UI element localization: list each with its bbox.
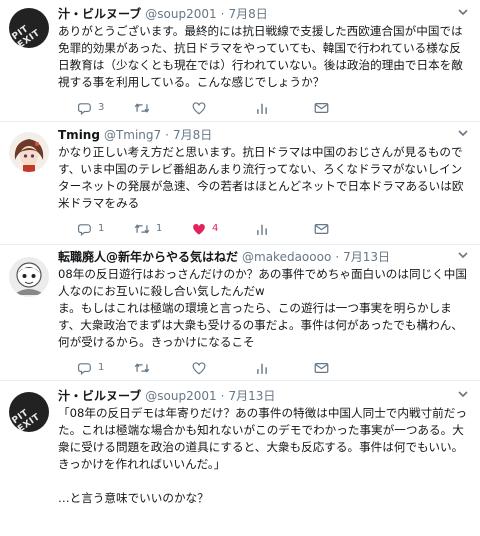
retweet-button[interactable]: 1 <box>134 221 162 237</box>
tweet-text: かなり正しい考え方だと思います。抗日ドラマは中国のおじさんが見るもので す、いま中… <box>58 144 470 212</box>
user-handle[interactable]: @Tming7 <box>104 128 161 142</box>
tweet-text: ありがとうございます。最終的には抗日戦線で支援した西欧連合国が中国では 免罪的効果… <box>58 23 470 91</box>
chevron-down-icon[interactable] <box>458 6 468 22</box>
tweet-text-line: 衆に受ける問題を政治の道具にすると、大衆も反応する。事件は何でもいい。 <box>58 440 464 454</box>
tweet-date[interactable]: 7月13日 <box>343 250 390 264</box>
tweet-actions: 1 1 4 <box>58 221 470 237</box>
reply-icon <box>78 223 92 236</box>
avatar[interactable]: PIT EXIT <box>9 8 49 48</box>
like-button[interactable] <box>192 100 212 116</box>
analytics-icon <box>256 102 268 115</box>
action-count: 1 <box>98 223 105 234</box>
analytics-button[interactable] <box>256 221 268 237</box>
avatar[interactable] <box>9 132 49 172</box>
tweet-text-line: す、大衆政治でまずは大衆も受けるの事だよ。事件は何があったでも構わん、 <box>58 318 463 332</box>
direct-message-button[interactable] <box>314 100 329 116</box>
action-count: 1 <box>156 223 163 234</box>
separator-dot: · <box>220 7 225 21</box>
avatar-logo-text: PIT EXIT <box>10 24 43 48</box>
reply-button[interactable]: 1 <box>78 360 104 376</box>
heart-icon <box>192 223 206 236</box>
tweet-text-line: 米ドラマをみる <box>58 196 140 210</box>
tweet-date[interactable]: 7月13日 <box>228 389 275 403</box>
action-count: 4 <box>212 223 219 234</box>
tweet-text-line: 日教育は（少なくとも現在では）行われていない。後は政治的理由で日本を敵 <box>58 58 463 72</box>
display-name[interactable]: 汁・ビルヌーブ <box>58 389 141 403</box>
retweet-icon <box>134 223 150 235</box>
chevron-down-icon[interactable] <box>458 388 468 404</box>
analytics-button[interactable] <box>256 360 268 376</box>
display-name[interactable]: 汁・ビルヌーブ <box>58 7 141 21</box>
user-handle[interactable]: @makedaoooo <box>242 250 331 264</box>
tweet-feed: PIT EXIT 汁・ビルヌーブ @soup2001 · 7月8日 ありがとうございます。… <box>0 0 480 536</box>
tweet-text-line: ありがとうございます。最終的には抗日戦線で支援した西欧連合国が中国では <box>58 24 463 38</box>
tweet-divider <box>0 244 480 245</box>
tweet-actions: 3 <box>58 100 470 116</box>
analytics-button[interactable] <box>256 100 268 116</box>
chevron-down-icon[interactable] <box>458 127 468 143</box>
display-name[interactable]: 転職廃人@新年からやる気はねだ <box>58 250 238 264</box>
heart-icon <box>192 361 206 375</box>
display-name[interactable]: Tming <box>58 128 100 142</box>
action-count: 3 <box>98 102 105 113</box>
tweet-text-line: …と言う意味でいいのかな？ <box>58 491 209 505</box>
tweet-text-line: 何が受けるから。きっかけになるこそ <box>58 335 255 349</box>
heart-icon <box>192 101 206 115</box>
separator-dot: · <box>335 250 340 264</box>
tweet-text-line: 人なのにお互いに殺し合い気したんだw <box>58 284 265 298</box>
tweet-actions: 1 <box>58 360 470 376</box>
tweet-text: 「08年の反日デモは年寄りだけ？あの事件の特徴は中国人同士で内戦寸前だっ た。これ… <box>58 405 470 507</box>
chevron-down-icon[interactable] <box>458 249 468 265</box>
manga-avatar-image <box>9 257 49 297</box>
separator-dot: · <box>165 128 169 142</box>
analytics-icon <box>256 362 268 375</box>
tweet-text-line: 「08年の反日デモは年寄りだけ？あの事件の特徴は中国人同士で内戦寸前だっ <box>58 406 467 420</box>
separator-dot: · <box>220 389 225 403</box>
tweet-text-line: 08年の反日遊行はおっさんだけのか？あの事件でめちゃ面白いのは同じく中国 <box>58 267 467 281</box>
tweet-text-line: かなり正しい考え方だと思います。抗日ドラマは中国のおじさんが見るもので <box>58 145 463 159</box>
tweet-date[interactable]: 7月8日 <box>228 7 267 21</box>
reply-icon <box>78 362 92 375</box>
avatar[interactable] <box>9 257 49 297</box>
dm-icon <box>314 102 329 114</box>
avatar-logo-text: PIT EXIT <box>10 408 43 432</box>
retweet-icon <box>134 362 150 374</box>
tweet-header: 汁・ビルヌーブ @soup2001 · 7月8日 <box>58 6 470 22</box>
tweet-date[interactable]: 7月8日 <box>173 128 212 142</box>
tweet-text-line: す、いま中国のテレビ番組あんまり流行ってない、ろくなドラマがないしイン <box>58 162 463 176</box>
direct-message-button[interactable] <box>314 221 329 237</box>
dm-icon <box>314 223 329 235</box>
avatar[interactable]: PIT EXIT <box>9 392 49 432</box>
dm-icon <box>314 362 329 374</box>
tweet-text-line: た。これは極端な場合かも知れないがこのデモでわかった事実が一つある。大 <box>58 423 464 437</box>
analytics-icon <box>256 223 268 236</box>
like-button[interactable]: 4 <box>192 221 218 237</box>
like-button[interactable] <box>192 360 212 376</box>
action-count: 1 <box>98 362 105 373</box>
tweet-header: Tming @Tming7 · 7月8日 <box>58 127 470 143</box>
tweet-header: 汁・ビルヌーブ @soup2001 · 7月13日 <box>58 388 470 404</box>
tweet-text-line: 視する事を利用している。こんな感じでしょうか？ <box>58 75 325 89</box>
tweet-divider <box>0 121 480 122</box>
retweet-button[interactable] <box>134 360 156 376</box>
anime-girl-avatar-image <box>9 132 49 172</box>
reply-button[interactable]: 1 <box>78 221 104 237</box>
user-handle[interactable]: @soup2001 <box>145 389 216 403</box>
reply-icon <box>78 102 92 115</box>
tweet-text-line: きっかけを作れればいいんだ。」 <box>58 457 226 471</box>
reply-button[interactable]: 3 <box>78 100 104 116</box>
direct-message-button[interactable] <box>314 360 329 376</box>
tweet-divider <box>0 380 480 381</box>
tweet-text-line: 免罪的効果があった、抗日ドラマをやっていても、韓国で行われている様な反 <box>58 41 461 55</box>
tweet-header: 転職廃人@新年からやる気はねだ @makedaoooo · 7月13日 <box>58 249 470 265</box>
retweet-button[interactable] <box>134 100 156 116</box>
tweet-text-line <box>58 473 470 490</box>
tweet-text-line: ま。もしはこれは極端の環境と言ったら、この遊行は一つ事実を明らかしま <box>58 301 452 315</box>
tweet-text: 08年の反日遊行はおっさんだけのか？あの事件でめちゃ面白いのは同じく中国 人なのに… <box>58 266 470 351</box>
user-handle[interactable]: @soup2001 <box>145 7 216 21</box>
tweet-text-line: ターネットの発展が急速、今の若者はほとんどネットで日本ドラマあるいは欧 <box>58 179 464 193</box>
retweet-icon <box>134 102 150 114</box>
